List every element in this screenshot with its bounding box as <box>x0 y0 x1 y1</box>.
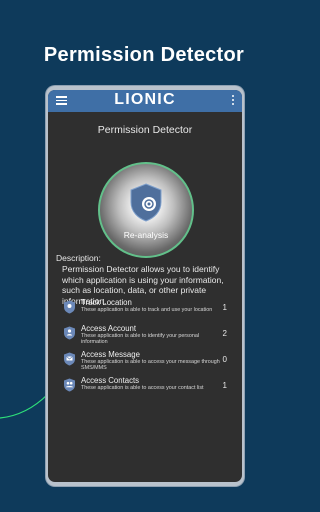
headline: Permission Detector <box>43 44 245 66</box>
permission-description: These application is able to access your… <box>81 359 220 372</box>
permission-description: These application is able to identify yo… <box>81 333 200 346</box>
more-options-icon[interactable] <box>232 95 235 107</box>
permission-item-access-contacts[interactable]: Access Contacts These application is abl… <box>61 376 237 402</box>
permission-count: 2 <box>222 329 227 338</box>
permission-count: 1 <box>222 303 227 312</box>
permission-description: These application is able to track and u… <box>81 307 213 313</box>
permission-item-access-account[interactable]: Access Account These application is able… <box>61 324 237 350</box>
description-label: Description: <box>56 253 101 263</box>
reanalysis-label: Re-analysis <box>123 230 169 240</box>
contacts-shield-icon <box>64 378 75 392</box>
permission-list: Track Location These application is able… <box>61 298 237 402</box>
permission-count: 1 <box>222 381 227 390</box>
permission-name: Track Location <box>81 298 132 307</box>
permission-name: Access Message <box>81 350 140 359</box>
app-screen: LIONIC Permission Detector Re-analysis D… <box>48 90 242 482</box>
permission-item-access-message[interactable]: Access Message These application is able… <box>61 350 237 376</box>
page-title: Permission Detector <box>97 124 193 136</box>
message-shield-icon <box>64 352 75 366</box>
app-bar: LIONIC <box>48 90 242 112</box>
permission-name: Access Account <box>81 324 137 333</box>
permission-count: 0 <box>222 355 227 364</box>
permission-name: Access Contacts <box>81 376 140 385</box>
permission-item-track-location[interactable]: Track Location These application is able… <box>61 298 237 324</box>
brand-logo: LIONIC <box>114 91 176 108</box>
shield-icon <box>130 183 162 222</box>
permission-description: These application is able to access your… <box>81 385 204 391</box>
reanalysis-button[interactable]: Re-analysis <box>98 162 194 258</box>
location-shield-icon <box>64 300 75 314</box>
account-shield-icon <box>64 326 75 340</box>
